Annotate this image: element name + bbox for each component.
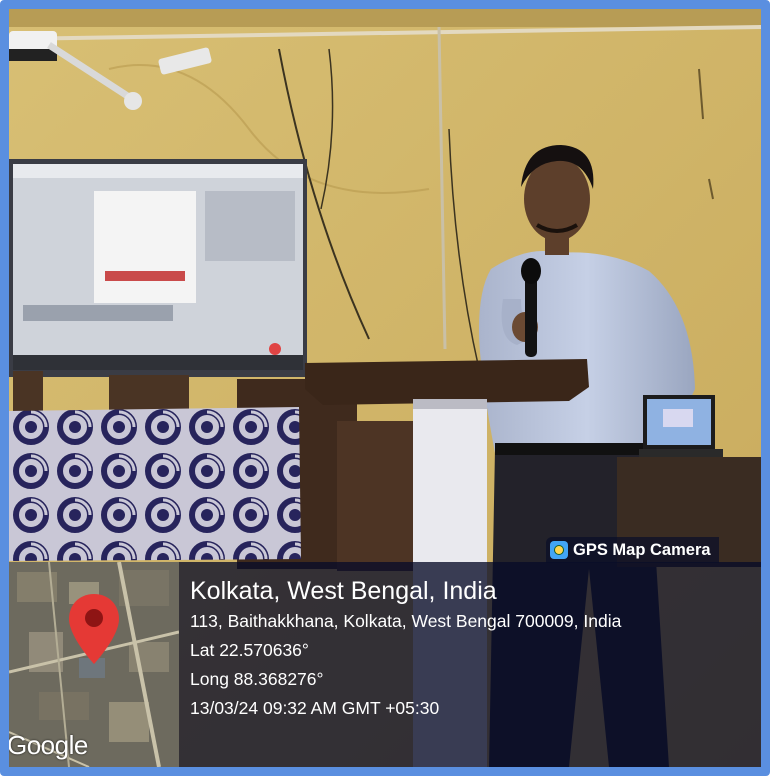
location-address: 113, Baithakkhana, Kolkata, West Bengal … (190, 611, 622, 631)
gps-map-camera-badge: GPS Map Camera (546, 537, 719, 563)
longitude-text: Long 88.368276° (190, 669, 324, 689)
map-pin-icon (69, 594, 119, 664)
timestamp-text: 13/03/24 09:32 AM GMT +05:30 (190, 698, 440, 718)
patterned-tablecloth (9, 407, 301, 561)
latitude-text: Lat 22.570636° (190, 640, 309, 660)
map-thumbnail: Google (9, 562, 179, 767)
map-google-logo: Google (9, 730, 88, 760)
gps-map-camera-icon (550, 541, 568, 559)
gps-map-camera-label: GPS Map Camera (573, 540, 711, 559)
location-title: Kolkata, West Bengal, India (190, 577, 497, 605)
photo-frame: GPS Map Camera Google Kolkata, West Beng… (0, 0, 770, 776)
location-info: Kolkata, West Bengal, India 113, Baithak… (190, 575, 621, 723)
